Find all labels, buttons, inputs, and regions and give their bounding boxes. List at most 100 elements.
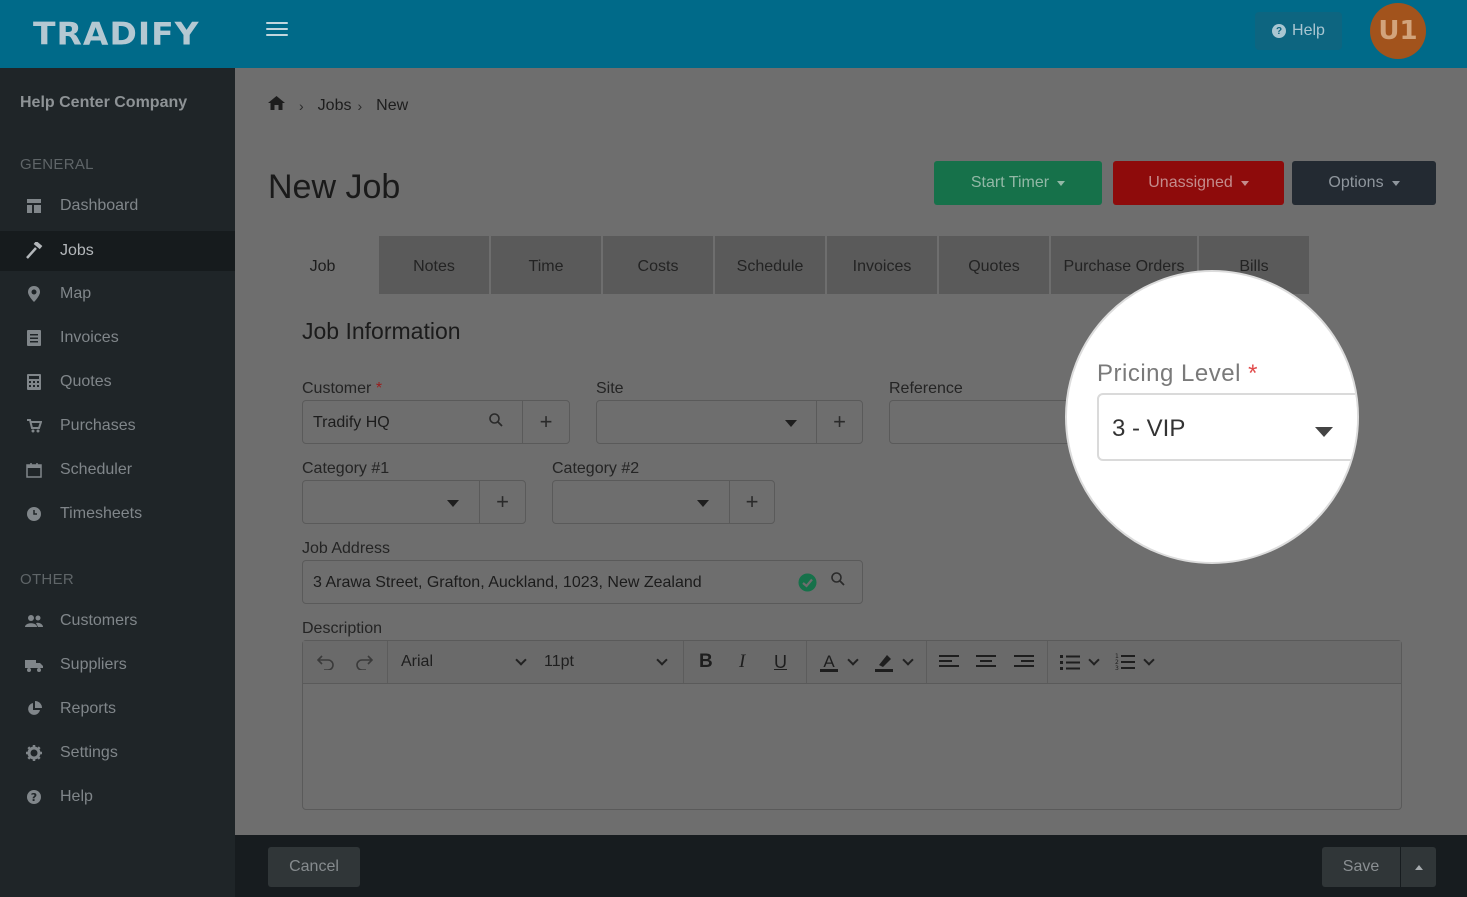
align-right-icon[interactable] [1014, 641, 1034, 683]
category1-label: Category #1 [302, 460, 390, 477]
sidebar-item-reports[interactable]: Reports [0, 689, 235, 729]
question-icon: ? [25, 788, 43, 806]
sidebar-item-label: Dashboard [60, 197, 139, 214]
pricing-level-magnifier: Pricing Level * 3 - VIP [1065, 270, 1359, 564]
section-other: OTHER [20, 571, 74, 588]
add-category2-button[interactable]: + [729, 481, 774, 523]
tab-quotes[interactable]: Quotes [939, 236, 1049, 294]
help-button[interactable]: ? Help [1255, 12, 1342, 50]
sidebar-item-label: Settings [60, 744, 118, 761]
add-site-button[interactable]: + [816, 401, 862, 443]
align-left-icon[interactable] [939, 641, 959, 683]
tab-costs[interactable]: Costs [603, 236, 713, 294]
start-timer-button[interactable]: Start Timer [934, 161, 1102, 205]
bullet-list-button[interactable] [1060, 641, 1100, 683]
category1-select[interactable]: + [302, 480, 526, 524]
sidebar-item-purchases[interactable]: Purchases [0, 406, 235, 446]
reference-label: Reference [889, 380, 963, 397]
toolbar-divider [926, 641, 927, 683]
tab-time[interactable]: Time [491, 236, 601, 294]
sidebar-item-label: Help [60, 788, 93, 805]
options-button[interactable]: Options [1292, 161, 1436, 205]
font-family-select[interactable]: Arial [401, 641, 527, 683]
hamburger-menu-icon[interactable] [266, 22, 288, 40]
search-icon[interactable] [831, 572, 845, 591]
sidebar-item-map[interactable]: Map [0, 274, 235, 314]
sidebar-item-scheduler[interactable]: Scheduler [0, 450, 235, 490]
chevron-down-icon [697, 500, 709, 507]
caret-up-icon [1414, 864, 1423, 870]
hammer-icon [25, 242, 43, 260]
svg-text:?: ? [31, 791, 37, 804]
description-editor[interactable]: Arial 11pt B I U A 123 [302, 640, 1402, 810]
tradify-logo[interactable]: TRADIFY [33, 15, 200, 52]
page-title: New Job [268, 168, 401, 206]
category2-label: Category #2 [552, 460, 640, 477]
breadcrumb-jobs[interactable]: Jobs [318, 97, 352, 115]
chevron-down-icon [656, 654, 668, 666]
tab-invoices[interactable]: Invoices [827, 236, 937, 294]
sidebar-item-jobs[interactable]: Jobs [0, 231, 235, 271]
tab-notes[interactable]: Notes [379, 236, 489, 294]
pricing-level-select[interactable]: 3 - VIP [1097, 393, 1357, 461]
numbered-list-button[interactable]: 123 [1115, 641, 1155, 683]
cancel-button[interactable]: Cancel [268, 847, 360, 887]
sidebar-item-settings[interactable]: Settings [0, 733, 235, 773]
text-color-icon: A [820, 652, 838, 672]
calculator-icon [25, 373, 43, 391]
sidebar-item-label: Jobs [60, 242, 94, 259]
font-size-select[interactable]: 11pt [544, 641, 668, 683]
add-customer-button[interactable]: + [522, 401, 569, 443]
calendar-icon [25, 461, 43, 479]
caret-down-icon [1240, 180, 1249, 186]
job-address-field[interactable]: 3 Arawa Street, Grafton, Auckland, 1023,… [302, 560, 863, 604]
reference-input[interactable] [889, 400, 1089, 444]
search-icon[interactable] [489, 413, 503, 432]
redo-icon[interactable] [355, 641, 375, 683]
sidebar-item-label: Quotes [60, 373, 112, 390]
breadcrumb-current: New [376, 96, 409, 114]
save-options-toggle[interactable] [1401, 847, 1436, 887]
chevron-down-icon [785, 420, 797, 427]
bold-icon[interactable]: B [699, 641, 713, 683]
chevron-down-icon [1088, 654, 1100, 666]
breadcrumb-chevron-icon: › [357, 97, 363, 114]
pricing-level-label: Pricing Level * [1097, 360, 1258, 387]
italic-icon[interactable]: I [739, 641, 745, 683]
options-label: Options [1328, 174, 1384, 191]
footer-bar: Cancel Save [235, 835, 1467, 897]
sidebar-item-timesheets[interactable]: Timesheets [0, 494, 235, 534]
gear-icon [25, 744, 43, 762]
sidebar-item-quotes[interactable]: Quotes [0, 362, 235, 402]
assignee-button[interactable]: Unassigned [1113, 161, 1284, 205]
undo-icon[interactable] [315, 641, 335, 683]
breadcrumb-chevron-icon: › [299, 97, 304, 114]
save-button[interactable]: Save [1322, 847, 1400, 887]
site-select[interactable]: + [596, 400, 863, 444]
user-avatar[interactable]: U1 [1370, 3, 1426, 59]
clock-icon [25, 505, 43, 523]
customer-field[interactable]: Tradify HQ + [302, 400, 570, 444]
sidebar-item-dashboard[interactable]: Dashboard [0, 186, 235, 226]
sidebar-item-invoices[interactable]: Invoices [0, 318, 235, 358]
sidebar-item-help[interactable]: ? Help [0, 777, 235, 817]
sidebar: Help Center Company GENERAL Dashboard Jo… [0, 68, 235, 897]
text-color-button[interactable]: A [819, 641, 859, 683]
truck-icon [25, 656, 43, 674]
align-center-icon[interactable] [976, 641, 996, 683]
sidebar-item-suppliers[interactable]: Suppliers [0, 645, 235, 685]
tab-job[interactable]: Job [268, 236, 377, 294]
sidebar-item-customers[interactable]: Customers [0, 601, 235, 641]
chevron-down-icon [515, 654, 527, 666]
assignee-label: Unassigned [1148, 174, 1233, 191]
sidebar-item-label: Invoices [60, 329, 119, 346]
bullet-list-icon [1060, 655, 1080, 670]
highlight-color-button[interactable] [874, 641, 914, 683]
tab-schedule[interactable]: Schedule [715, 236, 825, 294]
toolbar-divider [683, 641, 684, 683]
add-category1-button[interactable]: + [479, 481, 525, 523]
chevron-down-icon [902, 654, 914, 666]
category2-select[interactable]: + [552, 480, 775, 524]
underline-icon[interactable]: U [774, 641, 787, 683]
home-icon[interactable] [268, 96, 285, 115]
